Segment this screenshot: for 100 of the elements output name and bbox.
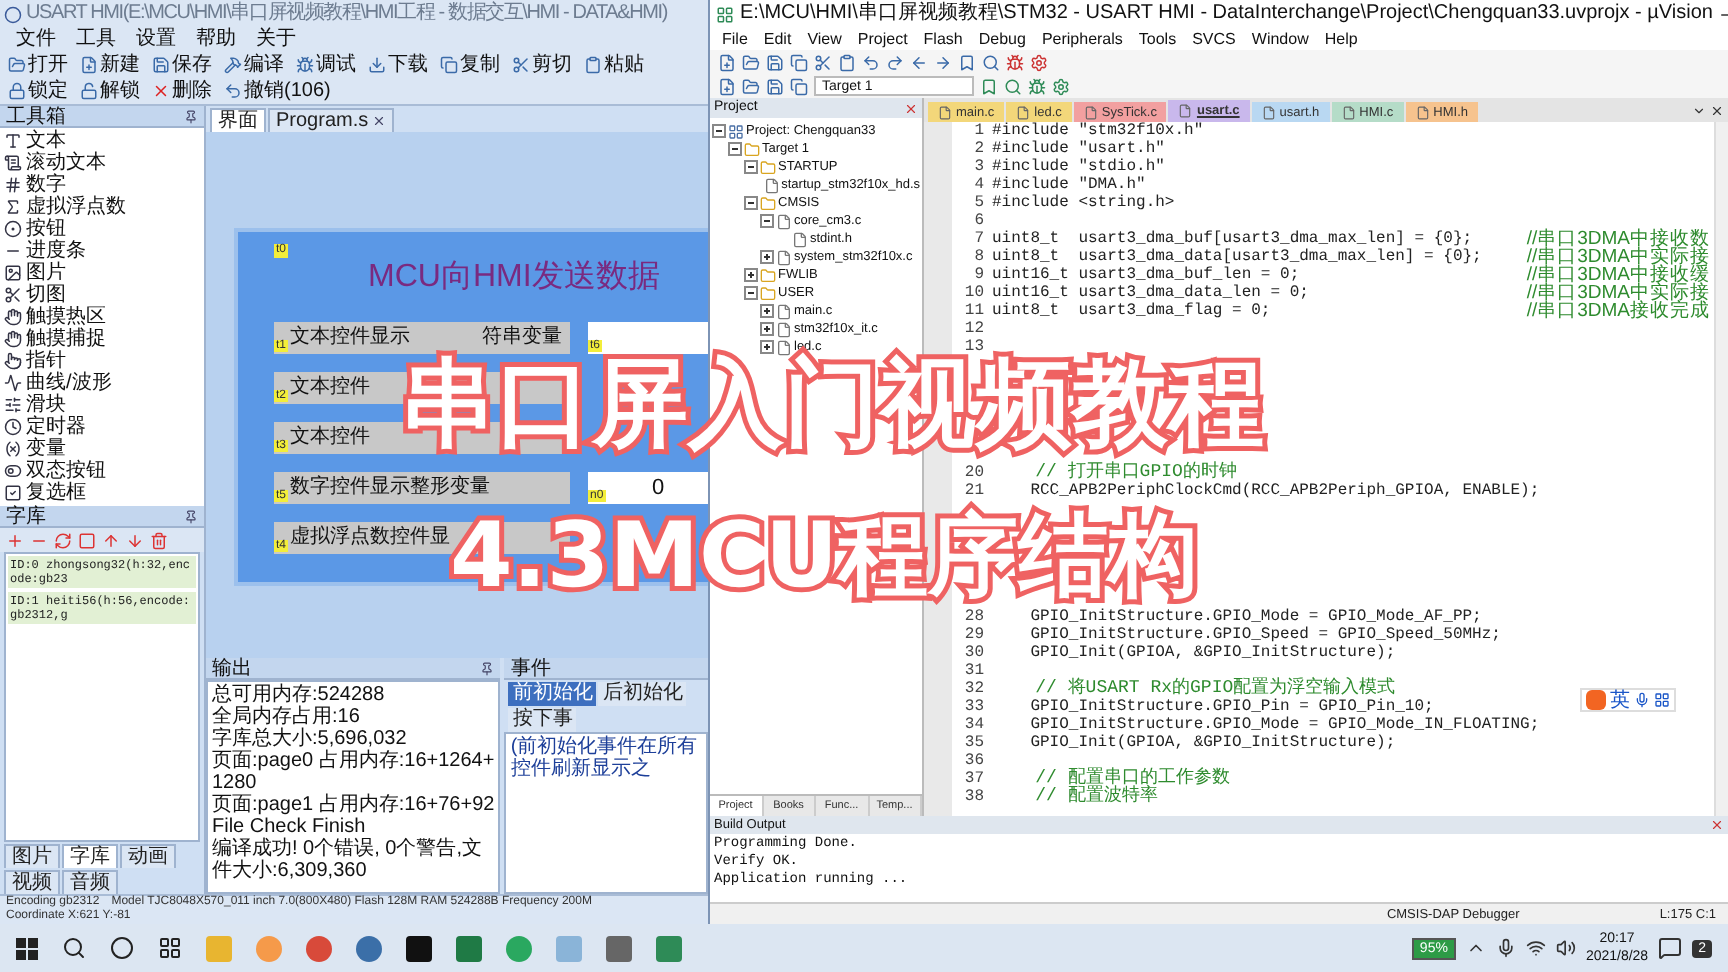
menu-item[interactable]: Flash <box>915 27 971 51</box>
collapse-icon[interactable] <box>744 196 758 210</box>
task-view-icon[interactable] <box>158 936 182 960</box>
menu-item[interactable]: Project <box>849 27 916 51</box>
volume-icon[interactable] <box>1555 938 1576 958</box>
toolbox-item[interactable]: 指针 <box>4 350 200 372</box>
panel-tab[interactable]: 图片 <box>4 844 60 868</box>
panel-tab[interactable]: 动画 <box>120 844 176 868</box>
scissors-icon[interactable] <box>814 53 832 71</box>
menu-item[interactable]: 设置 <box>128 28 184 52</box>
event-tab[interactable]: 前初始化 <box>508 682 597 706</box>
toolbox-item[interactable]: 按钮 <box>4 218 200 240</box>
toolbox-item[interactable]: 定时器 <box>4 416 200 438</box>
toolbar-button[interactable]: 撤销(106) <box>220 78 335 104</box>
microphone-icon[interactable] <box>1495 938 1516 958</box>
toolbox-item[interactable]: 虚拟浮点数 <box>4 196 200 218</box>
toolbox-item[interactable]: 双态按钮 <box>4 460 200 482</box>
file-plus-icon[interactable] <box>718 53 736 71</box>
toolbox-item[interactable]: 触摸热区 <box>4 306 200 328</box>
menu-item[interactable]: 文件 <box>8 28 64 52</box>
expand-icon[interactable] <box>760 322 774 336</box>
windows-logo-icon[interactable] <box>16 937 38 959</box>
browser-icon[interactable] <box>306 935 332 961</box>
event-tab[interactable]: 按下事 <box>508 708 577 732</box>
panel-tab[interactable]: 字库 <box>62 844 118 868</box>
copy-icon[interactable] <box>790 77 808 95</box>
collapse-icon[interactable] <box>744 160 758 174</box>
toolbar-button[interactable]: 新建 <box>76 52 144 78</box>
arrow-left-icon[interactable] <box>910 53 928 71</box>
add-icon[interactable] <box>6 531 24 549</box>
collapse-icon[interactable] <box>728 142 742 156</box>
refresh-icon[interactable] <box>54 531 72 549</box>
menu-item[interactable]: 关于 <box>248 28 304 52</box>
toolbar-button[interactable]: 剪切 <box>508 52 576 78</box>
toolbar-button[interactable]: 删除 <box>148 78 216 104</box>
menu-item[interactable]: File <box>714 27 756 51</box>
event-tab[interactable]: 后初始化 <box>598 682 687 706</box>
menu-item[interactable]: Tools <box>1130 27 1185 51</box>
ime-mode[interactable]: 英 <box>1610 689 1630 711</box>
file-plus-icon[interactable] <box>718 77 736 95</box>
bug-icon[interactable] <box>1006 53 1024 71</box>
save-icon[interactable] <box>766 77 784 95</box>
toolbox-item[interactable]: 进度条 <box>4 240 200 262</box>
menu-item[interactable]: SVCS <box>1184 27 1244 51</box>
menu-item[interactable]: Peripherals <box>1033 27 1131 51</box>
scrollbar[interactable] <box>1714 122 1728 816</box>
toolbar-button[interactable]: 锁定 <box>4 78 72 104</box>
panel-tab[interactable]: 音频 <box>62 870 118 894</box>
toolbox-item[interactable]: 数字 <box>4 174 200 196</box>
wifi-icon[interactable] <box>1525 938 1546 958</box>
menu-item[interactable]: Help <box>1316 27 1366 51</box>
toolbox-item[interactable]: 文本 <box>4 130 200 152</box>
toolbox-item[interactable]: 滚动文本 <box>4 152 200 174</box>
toolbox-item[interactable]: 滑块 <box>4 394 200 416</box>
toolbox-item[interactable]: 变量 <box>4 438 200 460</box>
expand-icon[interactable] <box>760 250 774 264</box>
arrow-down-icon[interactable] <box>126 531 144 549</box>
expand-icon[interactable] <box>744 268 758 282</box>
notification-icon[interactable] <box>1658 936 1683 960</box>
settings-icon[interactable] <box>1052 77 1070 95</box>
menu-item[interactable]: View <box>799 27 850 51</box>
search-icon[interactable] <box>62 936 86 960</box>
toolbox-item[interactable]: 复选框 <box>4 482 200 504</box>
menu-item[interactable]: Debug <box>970 27 1034 51</box>
toolbar-button[interactable]: 粘贴 <box>580 52 648 78</box>
camera-icon[interactable] <box>606 935 632 961</box>
circle-icon[interactable] <box>110 936 134 960</box>
collapse-icon[interactable] <box>760 214 774 228</box>
menu-item[interactable]: 帮助 <box>188 28 244 52</box>
collapse-icon[interactable] <box>712 124 726 138</box>
toolbar-button[interactable]: 复制 <box>436 52 504 78</box>
save-icon[interactable] <box>766 53 784 71</box>
toolbar-button[interactable]: 下载 <box>364 52 432 78</box>
menu-item[interactable]: Edit <box>755 27 800 51</box>
toolbox-item[interactable]: 曲线/波形 <box>4 372 200 394</box>
app-icon[interactable] <box>406 935 432 961</box>
toolbar-button[interactable]: 调试 <box>292 52 360 78</box>
undo-icon[interactable] <box>862 53 880 71</box>
toolbar-button[interactable]: 打开 <box>4 52 72 78</box>
toolbar-button[interactable]: 编译 <box>220 52 288 78</box>
menu-item[interactable]: Window <box>1243 27 1317 51</box>
collapse-icon[interactable] <box>744 286 758 300</box>
expand-icon[interactable] <box>760 304 774 318</box>
document-tab[interactable]: 界面 <box>210 108 266 132</box>
toolbox-item[interactable]: 图片 <box>4 262 200 284</box>
document-tab[interactable]: Program.s <box>268 108 395 132</box>
clipboard-icon[interactable] <box>838 53 856 71</box>
toolbox-item[interactable]: 触摸捕捉 <box>4 328 200 350</box>
toolbar-button[interactable]: 保存 <box>148 52 216 78</box>
ime-logo-icon[interactable] <box>1586 690 1606 710</box>
microphone-icon[interactable] <box>1634 692 1650 708</box>
toolbox-item[interactable]: 切图 <box>4 284 200 306</box>
redo-icon[interactable] <box>886 53 904 71</box>
bug-icon[interactable] <box>1028 77 1046 95</box>
copy-icon[interactable] <box>790 53 808 71</box>
grid-icon[interactable] <box>1654 692 1670 708</box>
arrow-right-icon[interactable] <box>934 53 952 71</box>
trash-icon[interactable] <box>150 531 168 549</box>
panel-tab[interactable]: 视频 <box>4 870 60 894</box>
arrow-up-icon[interactable] <box>102 531 120 549</box>
